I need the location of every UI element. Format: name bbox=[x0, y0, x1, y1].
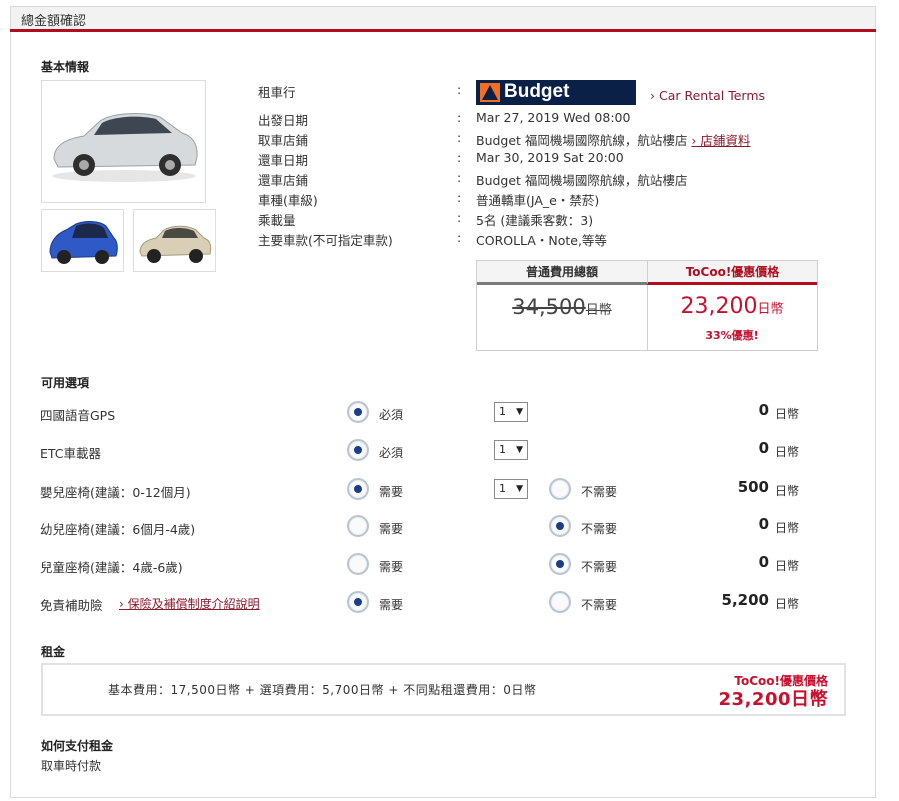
colon: : bbox=[457, 130, 462, 145]
insurance-amount-unit: 日幣 bbox=[775, 597, 800, 611]
insurance-amount: 5,200 bbox=[721, 591, 769, 609]
insurance-need-radio[interactable] bbox=[347, 591, 369, 613]
rent-total: 23,200日幣 bbox=[718, 689, 828, 710]
value-pickup-store: Budget 福岡機場國際航線，航站樓店 › 店鋪資料 bbox=[476, 130, 750, 149]
label-rental-company: 租車行 bbox=[258, 85, 296, 100]
infant-seat-qty-select[interactable]: 1 ▼ bbox=[494, 479, 528, 499]
discount-badge: 33%優惠! bbox=[705, 329, 759, 342]
infant-seat-qty-value: 1 bbox=[499, 482, 506, 495]
infant-seat-noneed-radio[interactable] bbox=[549, 478, 571, 500]
normal-price-unit: 日幣 bbox=[585, 303, 612, 318]
gps-amount: 0 bbox=[758, 401, 769, 419]
colon: : bbox=[457, 110, 462, 125]
label-main-models: 主要車款(不可指定車款) bbox=[258, 233, 393, 248]
insurance-need-label: 需要 bbox=[379, 598, 404, 612]
infant-seat-need-radio[interactable] bbox=[347, 478, 369, 500]
label-capacity: 乘載量 bbox=[258, 213, 296, 228]
basic-info-title: 基本情報 bbox=[41, 60, 90, 74]
option-label-etc: ETC車載器 bbox=[40, 446, 102, 461]
label-return-date: 還車日期 bbox=[258, 153, 309, 168]
price-comparison-box: 普通費用總額 ToCoo!優惠價格 34,500日幣 23,200日幣 33%優… bbox=[476, 260, 818, 351]
child-seat-need-label: 需要 bbox=[379, 560, 404, 574]
toddler-seat-amount: 0 bbox=[758, 515, 769, 533]
child-seat-noneed-label: 不需要 bbox=[581, 560, 618, 574]
normal-price-header: 普通費用總額 bbox=[477, 261, 647, 285]
child-seat-amount-unit: 日幣 bbox=[775, 559, 800, 573]
toddler-seat-need-label: 需要 bbox=[379, 522, 404, 536]
tocoo-price-amount: 23,200 bbox=[680, 294, 758, 319]
toddler-seat-need-radio[interactable] bbox=[347, 515, 369, 537]
child-seat-amount: 0 bbox=[758, 553, 769, 571]
etc-amount: 0 bbox=[758, 439, 769, 457]
value-capacity: 5名 (建議乘客數：3) bbox=[476, 213, 594, 228]
option-label-toddler-seat: 幼兒座椅(建議：6個月-4歲) bbox=[40, 522, 196, 537]
label-departure-date: 出發日期 bbox=[258, 113, 309, 128]
budget-logo: Budget bbox=[476, 80, 636, 105]
colon: : bbox=[457, 210, 462, 225]
option-label-insurance: 免責補助險 bbox=[40, 598, 103, 613]
infant-seat-need-label: 需要 bbox=[379, 485, 404, 499]
chevron-down-icon: ▼ bbox=[516, 407, 523, 417]
payment-title: 如何支付租金 bbox=[41, 739, 114, 753]
panel-header: 總金額確認 bbox=[10, 6, 876, 30]
value-car-class: 普通轎車(JA_e・禁菸) bbox=[476, 193, 600, 208]
gps-amount-unit: 日幣 bbox=[775, 407, 800, 421]
colon: : bbox=[457, 82, 462, 97]
label-return-store: 還車店鋪 bbox=[258, 173, 309, 188]
normal-price: 34,500日幣 bbox=[477, 295, 647, 319]
colon: : bbox=[457, 190, 462, 205]
tocoo-price-unit: 日幣 bbox=[757, 302, 784, 317]
rent-title: 租金 bbox=[41, 645, 66, 659]
tocoo-price: 23,200日幣 bbox=[647, 294, 817, 319]
colon: : bbox=[457, 150, 462, 165]
gps-qty-value: 1 bbox=[499, 405, 506, 418]
insurance-noneed-radio[interactable] bbox=[549, 591, 571, 613]
normal-price-amount: 34,500 bbox=[512, 295, 586, 319]
option-label-infant-seat: 嬰兒座椅(建議：0-12個月) bbox=[40, 485, 191, 500]
value-return-store: Budget 福岡機場國際航線，航站樓店 bbox=[476, 173, 688, 188]
budget-logo-text: Budget bbox=[504, 81, 570, 102]
infant-seat-amount: 500 bbox=[737, 478, 769, 496]
etc-qty-select[interactable]: 1 ▼ bbox=[494, 440, 528, 460]
colon: : bbox=[457, 170, 462, 185]
value-departure-date: Mar 27, 2019 Wed 08:00 bbox=[476, 110, 631, 125]
label-pickup-store: 取車店鋪 bbox=[258, 133, 309, 148]
toddler-seat-noneed-radio[interactable] bbox=[549, 515, 571, 537]
alt-car-photo-beige bbox=[133, 209, 216, 272]
page-title: 總金額確認 bbox=[21, 14, 87, 29]
gps-required-radio[interactable] bbox=[347, 401, 369, 423]
infant-seat-amount-unit: 日幣 bbox=[775, 484, 800, 498]
etc-required-radio[interactable] bbox=[347, 439, 369, 461]
label-car-class: 車種(車級) bbox=[258, 193, 318, 208]
car-rental-terms-link[interactable]: › Car Rental Terms bbox=[650, 88, 765, 103]
etc-qty-value: 1 bbox=[499, 443, 506, 456]
gps-required-label: 必須 bbox=[379, 408, 404, 422]
toddler-seat-amount-unit: 日幣 bbox=[775, 521, 800, 535]
insurance-info-link[interactable]: › 保險及補償制度介紹說明 bbox=[119, 595, 260, 612]
etc-amount-unit: 日幣 bbox=[775, 445, 800, 459]
options-title: 可用選項 bbox=[41, 376, 90, 390]
header-accent-line bbox=[10, 29, 876, 32]
chevron-down-icon: ▼ bbox=[516, 445, 523, 455]
insurance-noneed-label: 不需要 bbox=[581, 598, 618, 612]
store-info-link[interactable]: › 店鋪資料 bbox=[691, 133, 750, 148]
rent-breakdown: 基本費用：17,500日幣 + 選項費用：5,700日幣 + 不同點租還費用：0… bbox=[108, 683, 537, 697]
colon: : bbox=[457, 230, 462, 245]
chevron-down-icon: ▼ bbox=[516, 484, 523, 494]
etc-required-label: 必須 bbox=[379, 446, 404, 460]
pickup-store-text: Budget 福岡機場國際航線，航站樓店 bbox=[476, 133, 688, 148]
alt-car-photo-blue bbox=[41, 209, 124, 272]
option-label-gps: 四國語音GPS bbox=[40, 408, 116, 423]
value-main-models: COROLLA・Note,等等 bbox=[476, 233, 607, 248]
value-return-date: Mar 30, 2019 Sat 20:00 bbox=[476, 150, 624, 165]
gps-qty-select[interactable]: 1 ▼ bbox=[494, 402, 528, 422]
payment-method: 取車時付款 bbox=[41, 759, 102, 773]
toddler-seat-noneed-label: 不需要 bbox=[581, 522, 618, 536]
option-label-child-seat: 兒童座椅(建議：4歲-6歲) bbox=[40, 560, 183, 575]
infant-seat-noneed-label: 不需要 bbox=[581, 485, 618, 499]
main-car-photo bbox=[41, 80, 206, 203]
tocoo-price-header: ToCoo!優惠價格 bbox=[647, 261, 817, 285]
child-seat-need-radio[interactable] bbox=[347, 553, 369, 575]
child-seat-noneed-radio[interactable] bbox=[549, 553, 571, 575]
